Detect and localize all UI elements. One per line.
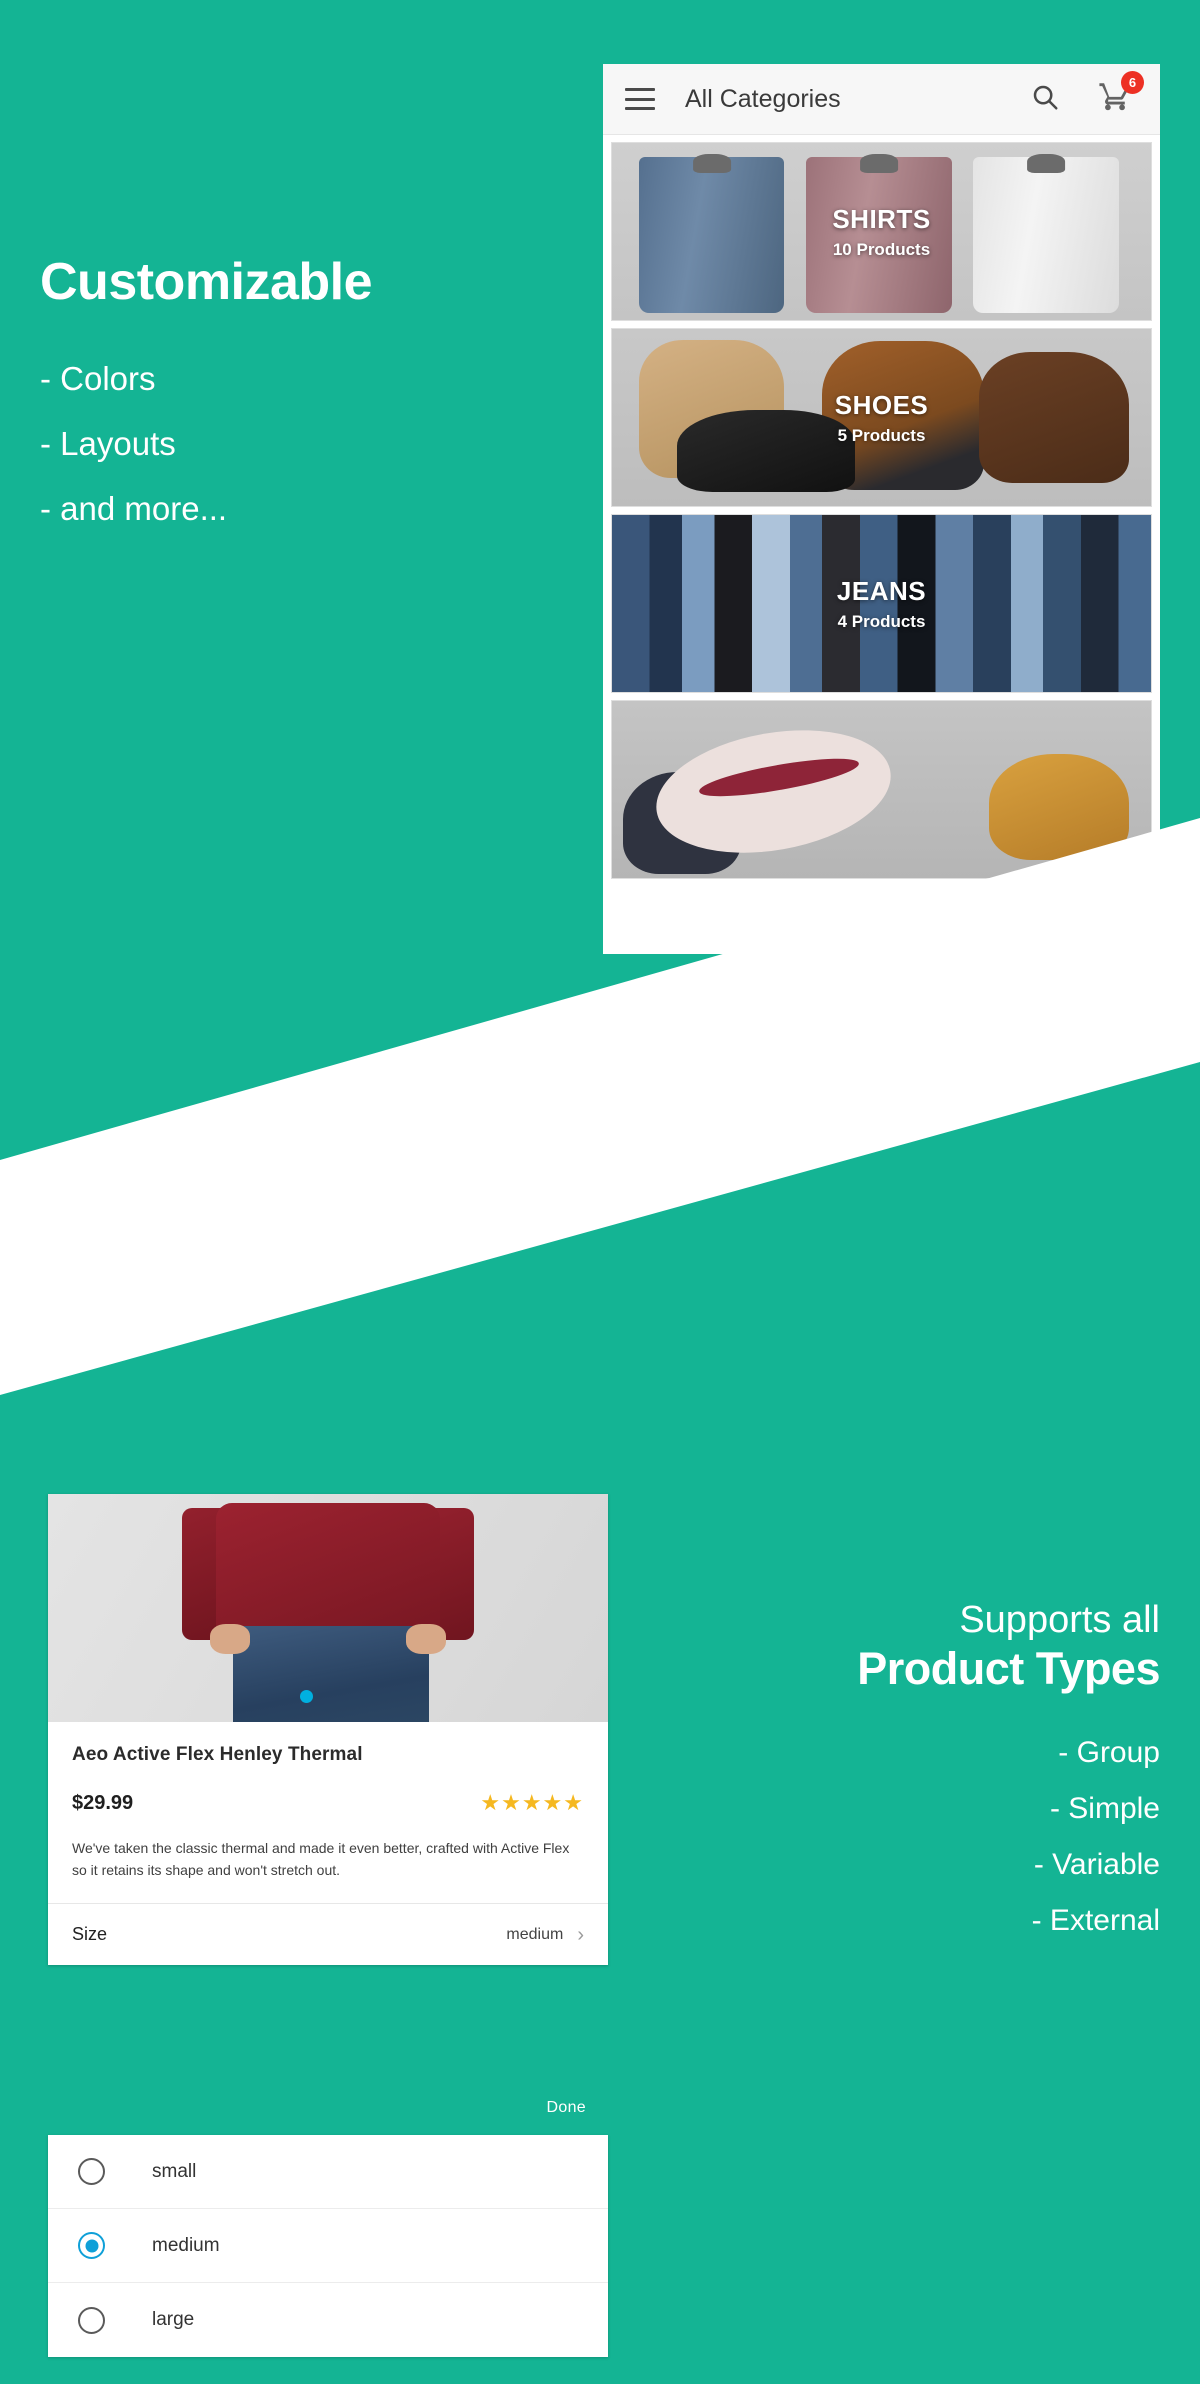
category-card-hats[interactable] (611, 700, 1152, 879)
image-indicator-dot (300, 1690, 313, 1704)
category-card-shoes[interactable]: SHOES 5 Products (611, 328, 1152, 507)
product-photo (48, 1494, 608, 1722)
size-option-label: small (152, 2160, 197, 2182)
size-value: medium (506, 1925, 564, 1943)
price-rating-row: $29.99 ★★★★★ (72, 1790, 584, 1816)
product-types-title: Product Types (857, 1642, 1160, 1694)
size-value-wrap: medium › (506, 1925, 584, 1945)
category-count: 4 Products (837, 611, 926, 631)
size-option-label: large (152, 2309, 195, 2330)
app-bar-title: All Categories (685, 84, 841, 113)
cart-badge: 6 (1121, 71, 1144, 94)
category-card-jeans[interactable]: JEANS 4 Products (611, 514, 1152, 693)
chevron-right-icon: › (577, 1923, 584, 1946)
product-title: Aeo Active Flex Henley Thermal (72, 1744, 363, 1765)
category-card-shirts[interactable]: SHIRTS 10 Products (611, 142, 1152, 321)
radio-icon-selected[interactable] (78, 2232, 105, 2259)
hamburger-icon[interactable] (625, 88, 655, 110)
product-type-item: - Group (1058, 1736, 1160, 1770)
size-option-label: medium (152, 2234, 220, 2256)
feature-item: - and more... (40, 489, 228, 527)
category-label: SHOES 5 Products (612, 390, 1151, 446)
feature-item: - Layouts (40, 424, 176, 462)
picker-toolbar: Done (48, 2085, 608, 2131)
size-option-list: small medium large (48, 2135, 608, 2357)
supports-all-label: Supports all (959, 1599, 1160, 1641)
size-selector-row[interactable]: Size medium › (48, 1903, 608, 1965)
category-name: JEANS (836, 575, 927, 606)
size-option-large[interactable]: large (48, 2283, 608, 2357)
category-label: JEANS 4 Products (612, 576, 1151, 632)
product-detail-card: Aeo Active Flex Henley Thermal $29.99 ★★… (48, 1494, 608, 1966)
customizable-section: Customizable - Colors - Layouts - and mo… (40, 255, 600, 557)
cart-button[interactable]: 6 (1098, 71, 1144, 119)
product-types-section: Supports all Product Types - Group - Sim… (540, 1599, 1160, 1962)
category-count: 10 Products (832, 239, 931, 259)
product-info: Aeo Active Flex Henley Thermal $29.99 ★★… (48, 1722, 608, 1903)
app-bar: All Categories 6 (603, 64, 1160, 135)
product-type-item: - Simple (1049, 1792, 1160, 1826)
category-label: SHIRTS 10 Products (612, 204, 1151, 260)
categories-screen: All Categories 6 SHIRTS 10 Products SHOE… (603, 64, 1160, 954)
product-description: We've taken the classic thermal and made… (72, 1840, 570, 1878)
product-type-item: - Variable (1033, 1848, 1160, 1882)
rating-stars: ★★★★★ (480, 1790, 584, 1815)
radio-icon[interactable] (78, 2306, 105, 2334)
category-name: SHIRTS (832, 203, 931, 234)
category-name: SHOES (834, 389, 929, 420)
product-types-list: - Group - Simple - Variable - External (540, 1738, 1160, 1936)
done-button[interactable]: Done (547, 2099, 586, 2117)
product-type-item: - External (1031, 1904, 1160, 1938)
size-label: Size (72, 1924, 108, 1945)
size-option-medium[interactable]: medium (48, 2209, 608, 2283)
product-price: $29.99 (72, 1791, 134, 1814)
radio-icon[interactable] (78, 2158, 105, 2185)
hats-photo (612, 701, 1151, 878)
feature-item: - Colors (40, 359, 156, 397)
category-count: 5 Products (837, 425, 926, 445)
search-icon[interactable] (1030, 82, 1060, 117)
page-title: Customizable (40, 253, 373, 311)
size-option-small[interactable]: small (48, 2135, 608, 2209)
customizable-feature-list: - Colors - Layouts - and more... (40, 362, 600, 525)
